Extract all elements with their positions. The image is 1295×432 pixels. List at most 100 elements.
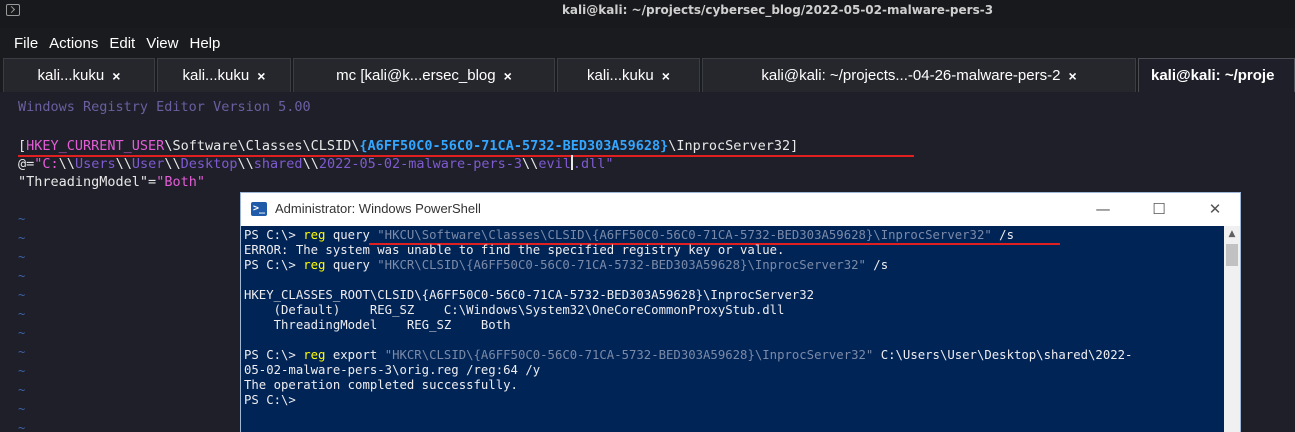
- key-tail: \InprocServer32]: [668, 138, 799, 154]
- equals: =: [148, 174, 157, 190]
- argument: "HKCR\CLSID\{A6FF50C0-56C0-71CA-5732-BED…: [377, 258, 866, 272]
- subcommand: query: [325, 228, 378, 242]
- argument: "HKCR\CLSID\{A6FF50C0-56C0-71CA-5732-BED…: [384, 348, 874, 362]
- file-ext: .dll": [572, 156, 614, 172]
- empty-line-tilde: ~: [18, 288, 26, 302]
- console-line: ThreadingModel REG_SZ Both: [244, 318, 511, 332]
- console-line: PS C:\>: [244, 393, 296, 407]
- reg-key-line: [HKEY_CURRENT_USER\Software\Classes\CLSI…: [18, 137, 798, 155]
- flag: /s: [991, 228, 1014, 242]
- menu-file[interactable]: File: [14, 35, 38, 52]
- empty-line-tilde: ~: [18, 212, 26, 226]
- tab-label: kali...kuku: [587, 67, 654, 84]
- minimize-button[interactable]: —: [1085, 196, 1121, 222]
- menu-help[interactable]: Help: [189, 35, 220, 52]
- console-line: HKEY_CLASSES_ROOT\CLSID\{A6FF50C0-56C0-7…: [244, 288, 815, 302]
- destination: C:\Users\User\Desktop\shared\2022-: [873, 348, 1133, 362]
- console-line: PS C:\> reg query "HKCR\CLSID\{A6FF50C0-…: [244, 258, 888, 273]
- prompt: PS C:\>: [244, 258, 304, 272]
- escape: \\: [115, 156, 132, 172]
- close-icon[interactable]: ×: [1068, 68, 1076, 84]
- close-button[interactable]: ✕: [1197, 196, 1233, 222]
- menu-edit[interactable]: Edit: [109, 35, 135, 52]
- close-icon[interactable]: ×: [504, 68, 512, 84]
- key-path: \Software\Classes\CLSID\: [164, 138, 360, 154]
- argument: "HKCU\Software\Classes\CLSID\{A6FF50C0-5…: [377, 228, 992, 242]
- maximize-button[interactable]: ☐: [1141, 196, 1177, 222]
- menu-bar: File Actions Edit View Help: [0, 28, 1295, 58]
- clsid-guid: {A6FF50C0-56C0-71CA-5732-BED303A59628}: [359, 138, 669, 154]
- path-part: C:: [42, 156, 59, 172]
- path-part: Users: [74, 156, 116, 172]
- vertical-scrollbar[interactable]: ▲: [1224, 226, 1240, 432]
- powershell-titlebar[interactable]: >_ Administrator: Windows PowerShell — ☐…: [241, 193, 1240, 226]
- empty-line-tilde: ~: [18, 345, 26, 359]
- console-line: PS C:\> reg export "HKCR\CLSID\{A6FF50C0…: [244, 348, 1132, 363]
- empty-line-tilde: ~: [18, 231, 26, 245]
- scroll-up-icon[interactable]: ▲: [1224, 226, 1240, 242]
- flag: /s: [865, 258, 889, 272]
- empty-line-tilde: ~: [18, 326, 26, 340]
- command: reg: [303, 348, 326, 362]
- empty-line-tilde: ~: [18, 402, 26, 416]
- tab-3[interactable]: mc [kali@k...ersec_blog ×: [293, 58, 555, 92]
- menu-actions[interactable]: Actions: [49, 35, 98, 52]
- tab-label: kali@kali: ~/projects...-04-26-malware-p…: [761, 67, 1061, 84]
- empty-line-tilde: ~: [18, 383, 26, 397]
- subcommand: query: [325, 258, 378, 272]
- empty-line-tilde: ~: [18, 364, 26, 378]
- default-value-line: @="C:\\Users\\User\\Desktop\\shared\\202…: [18, 155, 613, 173]
- console-line: The operation completed successfully.: [244, 378, 518, 392]
- empty-line-tilde: ~: [18, 421, 26, 432]
- file-name: evil: [538, 156, 571, 172]
- close-icon[interactable]: ×: [112, 68, 120, 84]
- powershell-title: Administrator: Windows PowerShell: [275, 201, 481, 216]
- value-data: "Both": [156, 174, 205, 190]
- console-line: 05-02-malware-pers-3\orig.reg /reg:64 /y: [244, 363, 541, 377]
- tab-label: kali@kali: ~/proje: [1151, 67, 1275, 84]
- command: reg: [303, 258, 326, 272]
- console-line: (Default) REG_SZ C:\Windows\System32\One…: [244, 303, 785, 317]
- escape: \\: [522, 156, 539, 172]
- hive: HKEY_CURRENT_USER: [26, 138, 165, 154]
- tab-label: kali...kuku: [37, 67, 105, 84]
- escape: \\: [237, 156, 254, 172]
- threading-line: "ThreadingModel"="Both": [18, 173, 205, 191]
- tab-label: kali...kuku: [182, 67, 250, 84]
- console-line: ERROR: The system was unable to find the…: [244, 243, 785, 257]
- command: reg: [303, 228, 326, 242]
- powershell-console[interactable]: PS C:\> reg query "HKCU\Software\Classes…: [241, 226, 1224, 432]
- close-icon[interactable]: ×: [662, 68, 670, 84]
- window-titlebar[interactable]: kali@kali: ~/projects/cybersec_blog/2022…: [0, 0, 1295, 28]
- tab-6-active[interactable]: kali@kali: ~/proje: [1138, 58, 1295, 92]
- empty-line-tilde: ~: [18, 269, 26, 283]
- reg-header: Windows Registry Editor Version 5.00: [18, 99, 311, 115]
- menu-view[interactable]: View: [146, 35, 178, 52]
- empty-line-tilde: ~: [18, 307, 26, 321]
- tab-1[interactable]: kali...kuku ×: [3, 58, 155, 92]
- tab-label: mc [kali@k...ersec_blog: [336, 67, 496, 84]
- path-part: Desktop: [180, 156, 238, 172]
- prompt: PS C:\>: [244, 228, 304, 242]
- prompt: PS C:\>: [244, 348, 304, 362]
- escape: \\: [164, 156, 181, 172]
- powershell-icon: >_: [251, 202, 267, 216]
- console-line: PS C:\> reg query "HKCU\Software\Classes…: [244, 228, 1014, 243]
- scroll-thumb[interactable]: [1226, 244, 1238, 266]
- powershell-window[interactable]: >_ Administrator: Windows PowerShell — ☐…: [240, 192, 1241, 432]
- path-part: 2022-05-02-malware-pers-3: [318, 156, 523, 172]
- subcommand: export: [325, 348, 385, 362]
- tab-4[interactable]: kali...kuku ×: [557, 58, 700, 92]
- path-part: User: [131, 156, 165, 172]
- escape: \\: [58, 156, 75, 172]
- close-icon[interactable]: ×: [257, 68, 265, 84]
- bracket: [: [18, 138, 27, 154]
- tab-5[interactable]: kali@kali: ~/projects...-04-26-malware-p…: [702, 58, 1136, 92]
- path-part: shared: [253, 156, 303, 172]
- empty-line-tilde: ~: [18, 250, 26, 264]
- at-sign: @=: [18, 156, 35, 172]
- escape: \\: [302, 156, 319, 172]
- window-title: kali@kali: ~/projects/cybersec_blog/2022…: [561, 3, 994, 17]
- value-name: "ThreadingModel": [18, 174, 149, 190]
- tab-2[interactable]: kali...kuku ×: [157, 58, 291, 92]
